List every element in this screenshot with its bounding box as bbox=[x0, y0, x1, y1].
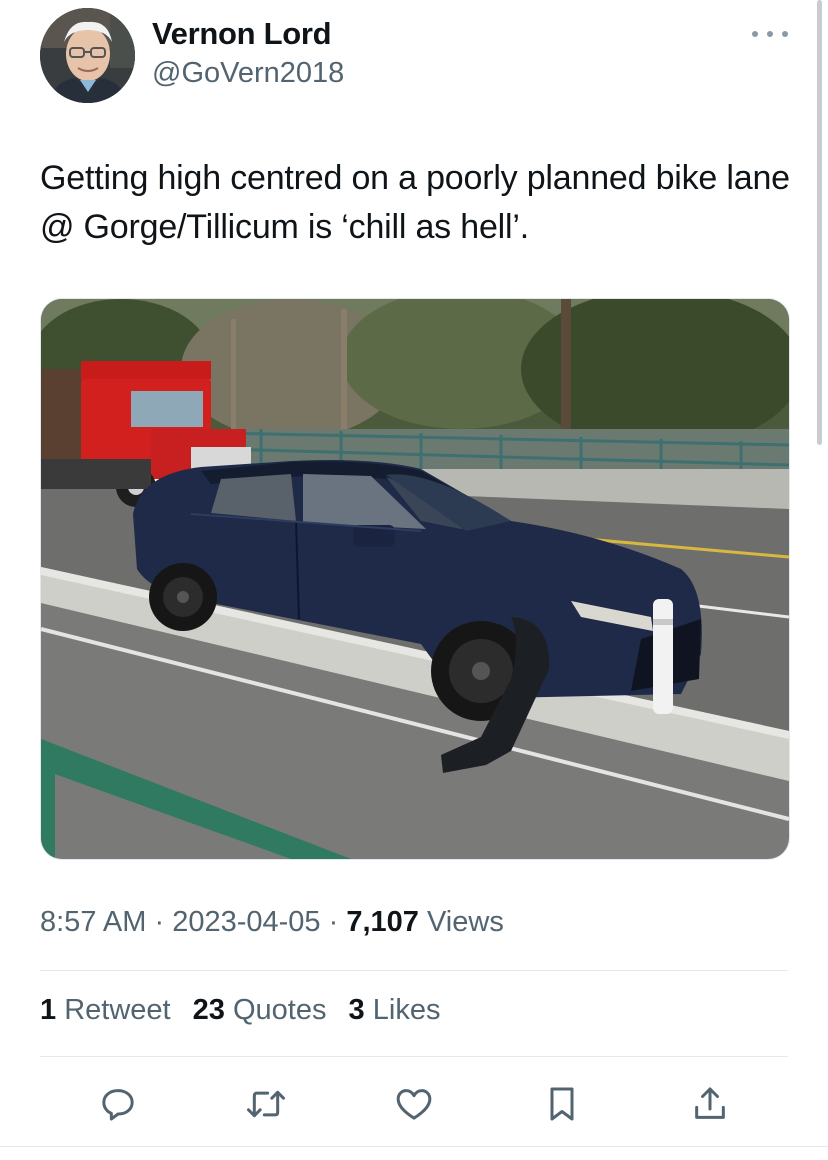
likes-label: Likes bbox=[372, 994, 441, 1026]
tweet-stats: 1 Retweet 23 Quotes 3 Likes bbox=[40, 994, 454, 1027]
action-bar bbox=[0, 1082, 828, 1126]
bookmark-icon[interactable] bbox=[540, 1082, 584, 1126]
avatar[interactable] bbox=[40, 8, 135, 103]
tweet-text: Getting high centred on a poorly planned… bbox=[40, 159, 790, 246]
scrollbar[interactable] bbox=[817, 0, 822, 445]
quotes-label: Quotes bbox=[232, 994, 327, 1026]
likes-count: 3 bbox=[348, 994, 365, 1026]
retweets-label: Retweet bbox=[64, 994, 171, 1026]
share-icon[interactable] bbox=[688, 1082, 732, 1126]
views-count: 7,107 bbox=[346, 906, 419, 938]
tweet-time[interactable]: 8:57 AM bbox=[40, 906, 146, 938]
retweets-count: 1 bbox=[40, 994, 57, 1026]
retweets-stat[interactable]: 1 Retweet bbox=[40, 994, 171, 1026]
handle[interactable]: @GoVern2018 bbox=[152, 57, 344, 90]
divider bbox=[0, 1146, 828, 1147]
more-icon[interactable] bbox=[752, 22, 788, 46]
like-icon[interactable] bbox=[392, 1082, 436, 1126]
display-name[interactable]: Vernon Lord bbox=[152, 16, 332, 52]
views-label: Views bbox=[426, 906, 504, 938]
car-on-bike-lane-photo bbox=[41, 299, 789, 859]
retweet-icon[interactable] bbox=[244, 1082, 288, 1126]
avatar-image bbox=[40, 8, 135, 103]
quotes-stat[interactable]: 23 Quotes bbox=[193, 994, 327, 1026]
reply-icon[interactable] bbox=[96, 1082, 140, 1126]
meta-separator: · bbox=[154, 906, 165, 938]
quotes-count: 23 bbox=[192, 994, 225, 1026]
tweet-meta: 8:57 AM · 2023-04-05 · 7,107 Views bbox=[40, 906, 504, 939]
divider bbox=[40, 970, 788, 971]
meta-separator: · bbox=[328, 906, 339, 938]
tweet: Vernon Lord @GoVern2018 Getting high cen… bbox=[0, 0, 828, 1160]
tweet-date[interactable]: 2023-04-05 bbox=[172, 906, 320, 938]
tweet-photo[interactable] bbox=[40, 298, 790, 860]
likes-stat[interactable]: 3 Likes bbox=[349, 994, 441, 1026]
divider bbox=[40, 1056, 788, 1057]
